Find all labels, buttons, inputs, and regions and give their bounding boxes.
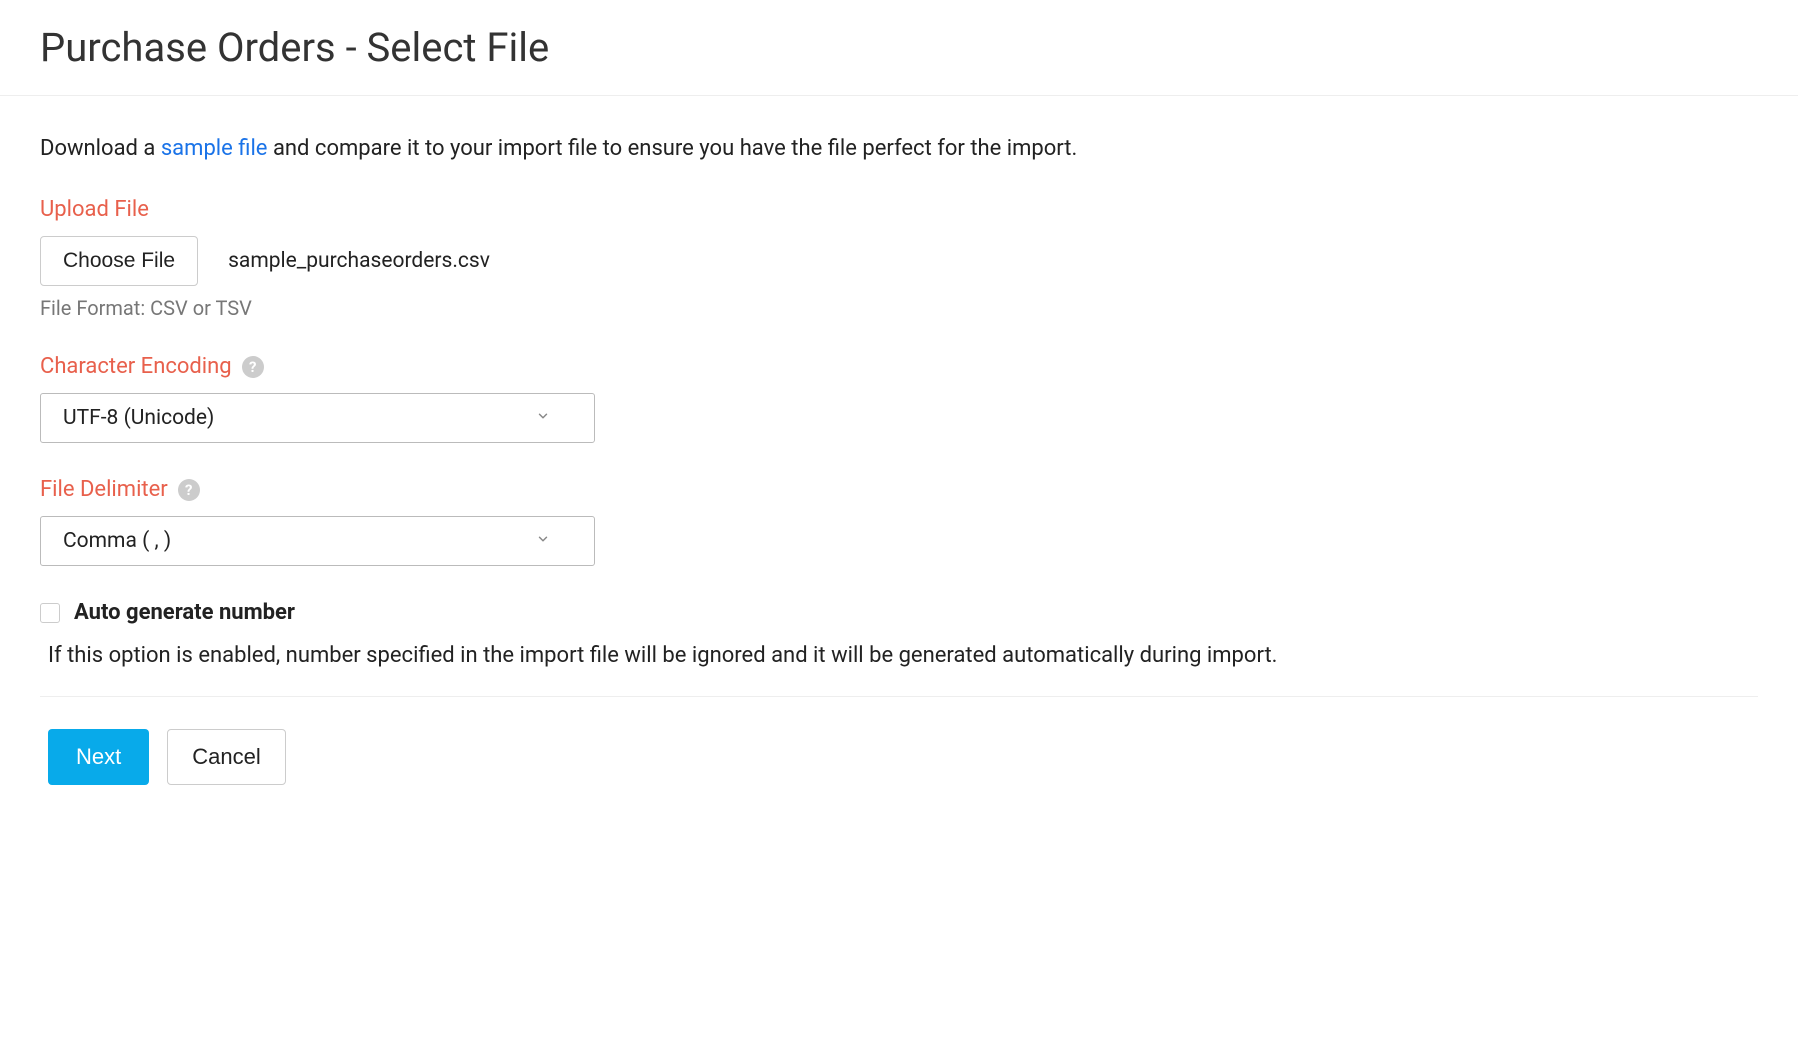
- choose-file-button[interactable]: Choose File: [40, 236, 198, 286]
- chevron-down-icon: [536, 409, 550, 427]
- file-delimiter-label: File Delimiter ?: [40, 477, 1758, 502]
- intro-prefix: Download a: [40, 136, 161, 161]
- character-encoding-value: UTF-8 (Unicode): [63, 406, 214, 430]
- upload-file-label-text: Upload File: [40, 197, 149, 222]
- sample-file-link[interactable]: sample file: [161, 136, 268, 161]
- auto-generate-row: Auto generate number: [40, 600, 1758, 625]
- intro-suffix: and compare it to your import file to en…: [267, 136, 1077, 161]
- character-encoding-select-wrapper: UTF-8 (Unicode): [40, 393, 595, 443]
- selected-filename: sample_purchaseorders.csv: [228, 249, 490, 273]
- chevron-down-icon: [536, 532, 550, 550]
- file-delimiter-value: Comma ( , ): [63, 529, 171, 553]
- intro-text: Download a sample file and compare it to…: [40, 136, 1758, 161]
- page-content: Download a sample file and compare it to…: [0, 96, 1798, 805]
- help-icon[interactable]: ?: [178, 479, 200, 501]
- file-delimiter-label-text: File Delimiter: [40, 477, 168, 502]
- auto-generate-checkbox[interactable]: [40, 603, 60, 623]
- page-container: Purchase Orders - Select File Download a…: [0, 0, 1798, 805]
- auto-generate-description: If this option is enabled, number specif…: [48, 643, 1758, 668]
- file-format-hint: File Format: CSV or TSV: [40, 296, 1758, 320]
- action-buttons: Next Cancel: [40, 729, 1758, 785]
- help-icon[interactable]: ?: [242, 356, 264, 378]
- page-title: Purchase Orders - Select File: [40, 24, 1758, 71]
- file-delimiter-select-wrapper: Comma ( , ): [40, 516, 595, 566]
- character-encoding-select[interactable]: UTF-8 (Unicode): [40, 393, 595, 443]
- next-button[interactable]: Next: [48, 729, 149, 785]
- auto-generate-label: Auto generate number: [74, 600, 295, 625]
- upload-file-label: Upload File: [40, 197, 1758, 222]
- character-encoding-label: Character Encoding ?: [40, 354, 1758, 379]
- upload-row: Choose File sample_purchaseorders.csv: [40, 236, 1758, 286]
- page-header: Purchase Orders - Select File: [0, 0, 1798, 96]
- file-delimiter-select[interactable]: Comma ( , ): [40, 516, 595, 566]
- character-encoding-label-text: Character Encoding: [40, 354, 232, 379]
- divider: [40, 696, 1758, 697]
- cancel-button[interactable]: Cancel: [167, 729, 285, 785]
